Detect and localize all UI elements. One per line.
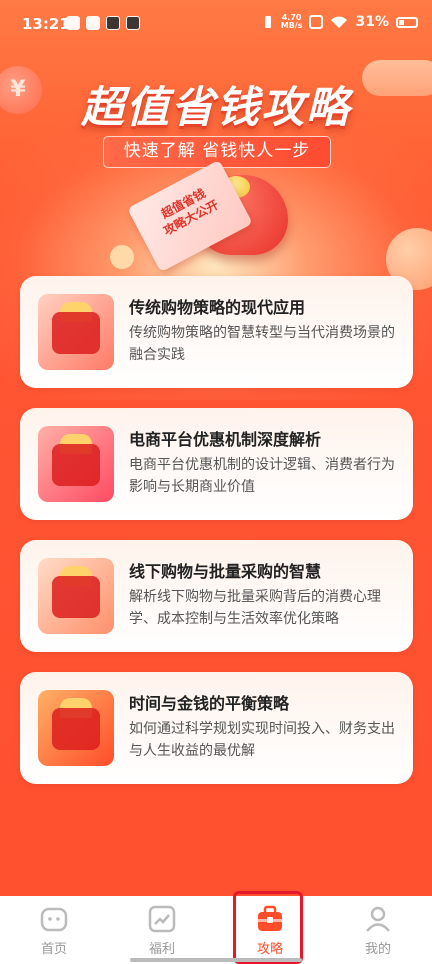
hero-banner: ¥ 超值省钱攻略 快速了解 省钱快人一步 超值省钱 攻略大公开 [0, 40, 432, 400]
nav-label: 福利 [148, 942, 175, 957]
nav-label: 首页 [40, 942, 67, 957]
hero-title: 超值省钱攻略 [81, 83, 351, 133]
person-icon [366, 906, 390, 932]
nav-welfare[interactable]: 福利 [108, 896, 216, 964]
strategy-card[interactable]: 时间与金钱的平衡策略 如何通过科学规划实现时间投入、财务支出与人生收益的最优解 [20, 672, 413, 784]
wifi-icon [331, 16, 348, 28]
nav-label: 我的 [364, 942, 391, 957]
card-title: 电商平台优惠机制深度解析 [129, 430, 322, 449]
battery-icon [396, 16, 418, 28]
card-title: 传统购物策略的现代应用 [129, 298, 306, 317]
gift-box-icon [38, 558, 114, 634]
tiktok-icon [106, 16, 120, 30]
card-description: 传统购物策略的智慧转型与当代消费场景的融合实践 [129, 325, 395, 363]
strategy-card[interactable]: 电商平台优惠机制深度解析 电商平台优惠机制的设计逻辑、消费者行为影响与长期商业价… [20, 408, 413, 520]
card-description: 解析线下购物与批量采购背后的消费心理学、成本控制与生活效率优化策略 [129, 589, 381, 627]
nav-home[interactable]: 首页 [0, 896, 108, 964]
clock-icon [38, 690, 114, 766]
gift-cart-icon [38, 426, 114, 502]
status-time: 13:21 [22, 15, 70, 33]
app-notification-icon [86, 16, 100, 30]
app-notification-icon [66, 16, 80, 30]
active-tab-highlight [233, 891, 303, 964]
notification-icons [66, 16, 140, 30]
status-right: 4.70 MB/s 31% [262, 14, 418, 30]
strategy-list: 传统购物策略的现代应用 传统购物策略的智慧转型与当代消费场景的融合实践 电商平台… [20, 276, 413, 804]
trend-chart-icon [148, 905, 176, 933]
home-icon [40, 907, 68, 932]
strategy-card[interactable]: 传统购物策略的现代应用 传统购物策略的智慧转型与当代消费场景的融合实践 [20, 276, 413, 388]
sim-icon [309, 15, 324, 29]
home-indicator[interactable] [130, 958, 302, 962]
net-speed: 4.70 MB/s [280, 13, 303, 30]
battery-percent: 31% [355, 14, 389, 30]
bottom-nav: 首页 福利 攻略 我的 [0, 896, 432, 964]
vibrate-icon [264, 16, 271, 28]
nav-mine[interactable]: 我的 [324, 896, 432, 964]
shopping-bag-icon [38, 294, 114, 370]
app-notification-icon [126, 16, 140, 30]
strategy-card[interactable]: 线下购物与批量采购的智慧 解析线下购物与批量采购背后的消费心理学、成本控制与生活… [20, 540, 413, 652]
ball-decoration [110, 245, 134, 269]
card-description: 电商平台优惠机制的设计逻辑、消费者行为影响与长期商业价值 [129, 457, 395, 495]
card-title: 线下购物与批量采购的智慧 [129, 562, 322, 581]
card-title: 时间与金钱的平衡策略 [129, 694, 290, 713]
app-screen: 13:21 4.70 MB/s 31% ¥ 超值省钱攻略 快速了解 省钱快人一步 [0, 0, 432, 964]
card-description: 如何通过科学规划实现时间投入、财务支出与人生收益的最优解 [129, 721, 395, 759]
